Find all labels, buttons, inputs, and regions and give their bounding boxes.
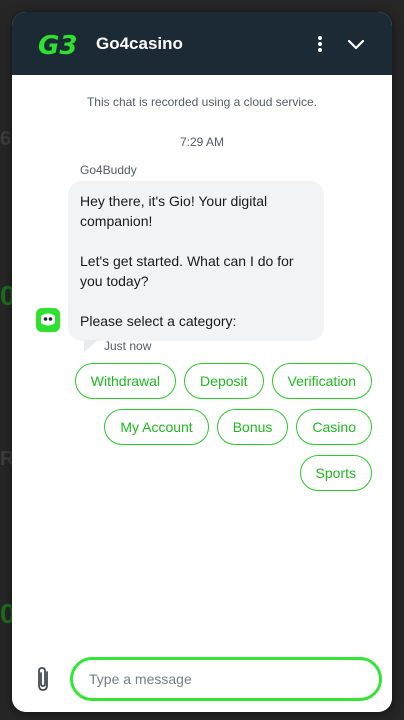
chat-transcript[interactable]: This chat is recorded using a cloud serv… (12, 75, 392, 646)
message-line: Let's get started. What can I do for you… (80, 253, 294, 289)
message-input-wrapper (70, 657, 382, 701)
brand-logo: G3 (38, 29, 80, 59)
more-options-button[interactable] (306, 30, 334, 58)
chat-title: Go4casino (96, 33, 183, 53)
category-verification-button[interactable]: Verification (271, 363, 372, 399)
paperclip-icon (38, 667, 48, 691)
chat-widget: G3 Go4casino This chat is recorded using… (12, 12, 392, 712)
backdrop-fragment: 6 (0, 128, 12, 150)
sender-name: Go4Buddy (80, 163, 137, 177)
message-line: Please select a category: (80, 313, 237, 329)
recording-notice: This chat is recorded using a cloud serv… (86, 95, 318, 109)
kebab-vertical-icon (318, 35, 322, 52)
bot-message-bubble: Hey there, it's Gio! Your digital compan… (68, 181, 324, 341)
message-status: Just now (84, 339, 151, 353)
category-bonus-button[interactable]: Bonus (216, 409, 289, 445)
category-my-account-button[interactable]: My Account (104, 409, 209, 445)
message-status-text: Just now (104, 339, 152, 353)
chevron-down-icon (347, 39, 365, 49)
category-withdrawal-button[interactable]: Withdrawal (74, 363, 177, 399)
message-input[interactable] (89, 671, 363, 687)
logo-text: G3 (38, 31, 77, 58)
category-sports-button[interactable]: Sports (299, 455, 372, 491)
category-quick-replies: Withdrawal Deposit Verification My Accou… (42, 363, 372, 491)
message-line: Hey there, it's Gio! Your digital compan… (80, 193, 268, 229)
minimize-chat-button[interactable] (342, 30, 370, 58)
message-composer (12, 646, 392, 712)
bot-avatar-icon (36, 308, 60, 332)
category-casino-button[interactable]: Casino (296, 409, 372, 445)
message-timestamp: 7:29 AM (179, 135, 225, 149)
attach-file-button[interactable] (32, 665, 56, 693)
delivered-icon (84, 340, 98, 352)
chat-header: G3 Go4casino (12, 12, 392, 75)
category-deposit-button[interactable]: Deposit (184, 363, 264, 399)
